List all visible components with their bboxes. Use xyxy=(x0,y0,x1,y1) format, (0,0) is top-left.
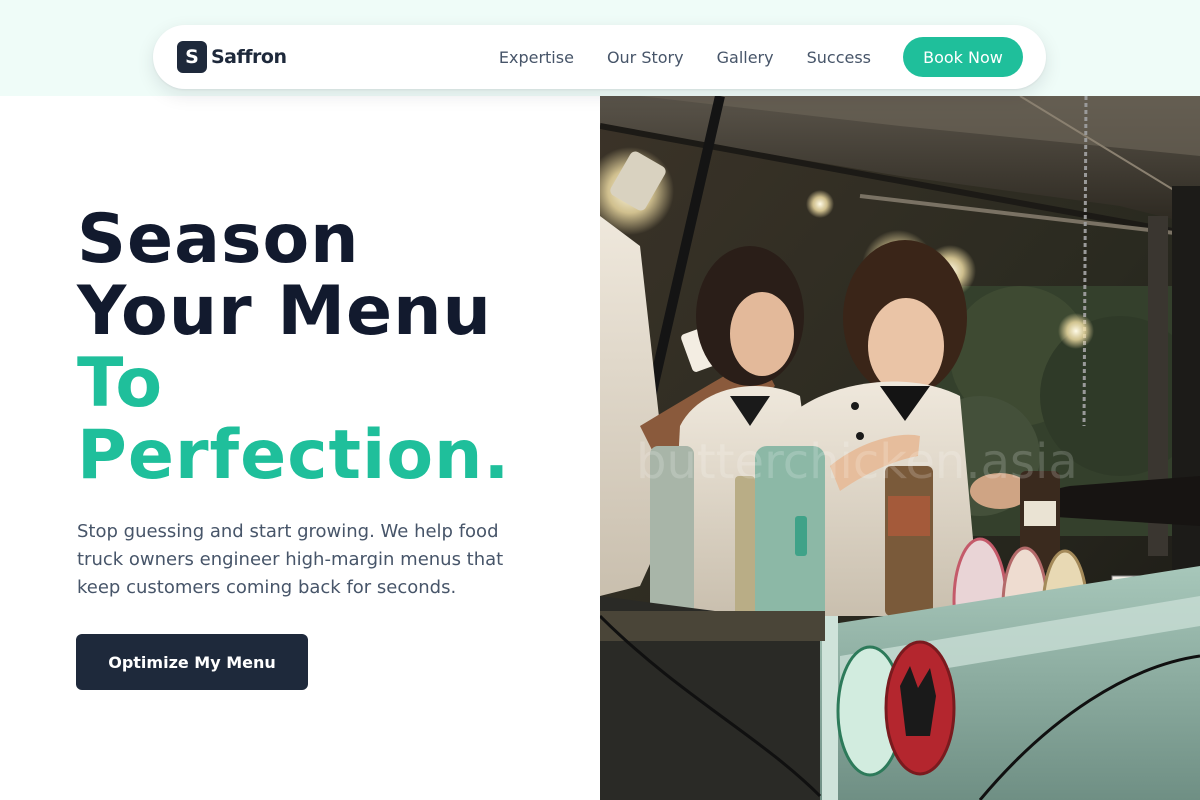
navbar: S Saffron Expertise Our Story Gallery Su… xyxy=(153,25,1046,89)
nav-link-gallery[interactable]: Gallery xyxy=(717,48,774,67)
logo[interactable]: S Saffron xyxy=(177,41,287,73)
book-now-button[interactable]: Book Now xyxy=(903,37,1023,77)
nav-links: Expertise Our Story Gallery Success xyxy=(499,25,871,89)
nav-link-success[interactable]: Success xyxy=(807,48,871,67)
hero-title: Season Your Menu To Perfection. xyxy=(77,204,510,492)
food-truck-photo: butterchicken.asia xyxy=(600,96,1200,800)
nav-link-expertise[interactable]: Expertise xyxy=(499,48,574,67)
logo-mark-icon: S xyxy=(177,41,207,73)
hero-title-accent-line: To xyxy=(77,344,164,423)
optimize-menu-button[interactable]: Optimize My Menu xyxy=(76,634,308,690)
watermark-text: butterchicken.asia xyxy=(636,434,1078,490)
hero-title-line: Season xyxy=(77,200,360,279)
brand-name: Saffron xyxy=(211,46,287,68)
hero-subtitle: Stop guessing and start growing. We help… xyxy=(77,521,504,598)
nav-link-our-story[interactable]: Our Story xyxy=(607,48,684,67)
hero-title-accent-line: Perfection. xyxy=(77,416,511,495)
hero-title-line: Your Menu xyxy=(77,272,492,351)
